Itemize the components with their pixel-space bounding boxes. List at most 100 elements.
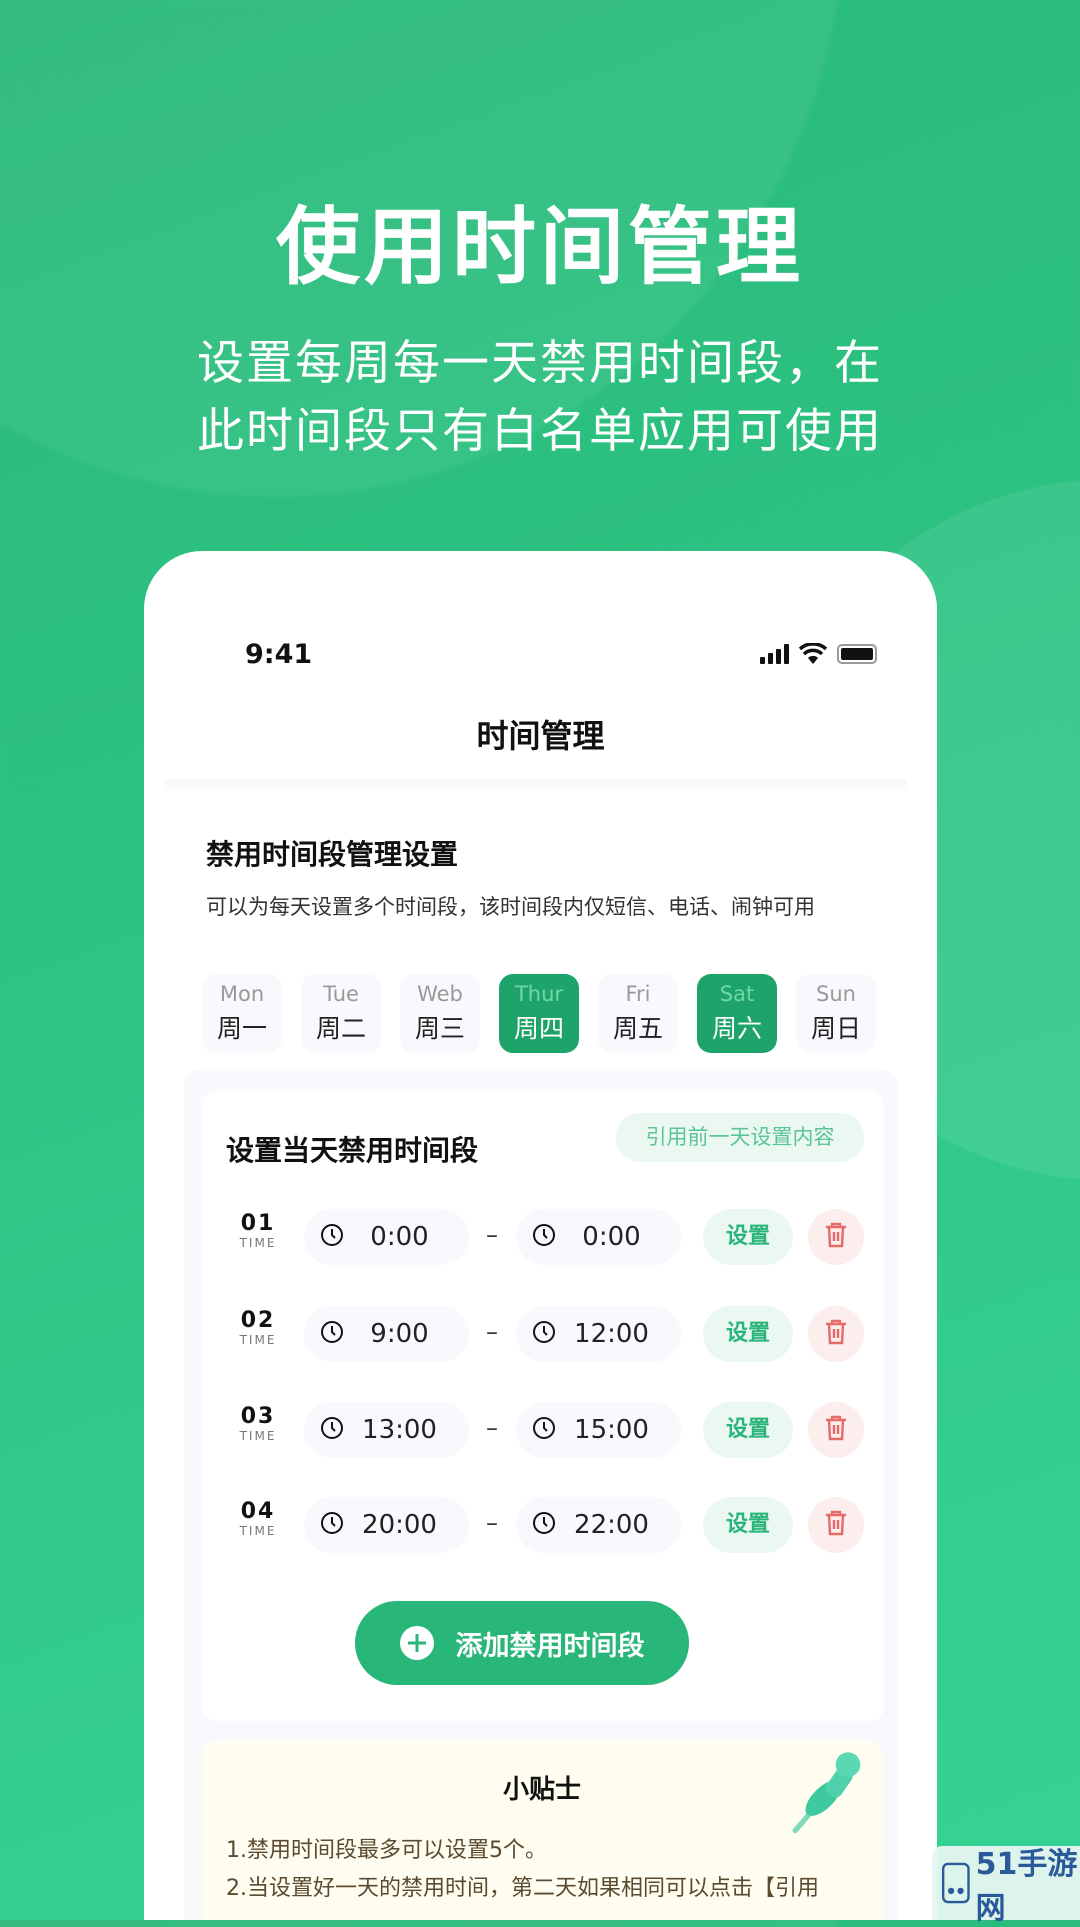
trash-icon (824, 1221, 848, 1253)
tips-card: 小贴士 1.禁用时间段最多可以设置5个。 2.当设置好一天的禁用时间，第二天如果… (202, 1741, 882, 1920)
pushpin-icon (792, 1752, 861, 1834)
start-time-picker[interactable]: 13:00 (304, 1402, 469, 1458)
start-time-picker[interactable]: 0:00 (304, 1209, 469, 1265)
set-slot-button[interactable]: 设置 (703, 1306, 793, 1362)
time-slot-row: 01 TIME 0:00 – 0:00 设置 (202, 1209, 884, 1265)
tip-item: 1.禁用时间段最多可以设置5个。 (226, 1838, 547, 1863)
day-cn: 周五 (612, 1014, 663, 1043)
trash-icon (824, 1414, 848, 1446)
clock-icon (320, 1223, 344, 1251)
start-time: 20:00 (362, 1510, 437, 1540)
end-time: 15:00 (574, 1415, 649, 1445)
add-time-slot-button[interactable]: 添加禁用时间段 (355, 1601, 689, 1685)
day-cn: 周四 (513, 1014, 564, 1043)
start-time: 0:00 (370, 1222, 429, 1252)
tips-title: 小贴士 (502, 1775, 581, 1805)
slot-index: 03 (240, 1404, 276, 1429)
time-slot-row: 04 TIME 20:00 – 22:00 设置 (202, 1497, 884, 1553)
clock-icon (532, 1511, 556, 1539)
end-time-picker[interactable]: 12:00 (516, 1306, 681, 1362)
section-heading: 禁用时间段管理设置 (206, 838, 459, 871)
end-time-picker[interactable]: 22:00 (516, 1497, 681, 1553)
page-title: 时间管理 (476, 717, 605, 755)
day-chip-fri[interactable]: Fri 周五 (598, 974, 678, 1053)
delete-slot-button[interactable] (808, 1306, 864, 1362)
hero-subtitle: 设置每周每一天禁用时间段，在 此时间段只有白名单应用可使用 (0, 330, 1080, 466)
phone-mockup: 9:41 时间管理 禁用时间段管理设置 可以为每天设置多个时间段，该时间段内仅短… (144, 551, 937, 1920)
clock-icon (320, 1511, 344, 1539)
plus-icon (399, 1626, 434, 1660)
tip-item: 2.当设置好一天的禁用时间，第二天如果相同可以点击【引用 (226, 1876, 819, 1901)
divider (164, 779, 907, 793)
slot-number: 04 TIME (236, 1499, 280, 1538)
watermark-logo: 51手游网 (932, 1846, 1080, 1926)
slot-number: 01 TIME (236, 1211, 280, 1250)
delete-slot-button[interactable] (808, 1209, 864, 1265)
time-slot-card: 设置当天禁用时间段 引用前一天设置内容 01 TIME 0:00 – 0:00 设… (202, 1091, 884, 1721)
gamepad-icon (941, 1862, 970, 1904)
trash-icon (824, 1509, 848, 1541)
slot-label: TIME (239, 1333, 277, 1347)
end-time-picker[interactable]: 0:00 (516, 1209, 681, 1265)
day-en: Fri (625, 982, 651, 1006)
start-time-picker[interactable]: 20:00 (304, 1497, 469, 1553)
end-time-picker[interactable]: 15:00 (516, 1402, 681, 1458)
delete-slot-button[interactable] (808, 1497, 864, 1553)
day-cn: 周二 (315, 1014, 366, 1043)
end-time: 12:00 (574, 1319, 649, 1349)
day-en: Tue (323, 982, 359, 1006)
time-slot-row: 02 TIME 9:00 – 12:00 设置 (202, 1306, 884, 1362)
wifi-icon (799, 643, 827, 664)
day-chip-web[interactable]: Web 周三 (400, 974, 480, 1053)
day-selector: Mon 周一 Tue 周二 Web 周三 Thur 周四 Fri 周五 Sat 周六 Sun 周日 (202, 974, 876, 1053)
day-chip-sat[interactable]: Sat 周六 (697, 974, 777, 1053)
copy-previous-day-button[interactable]: 引用前一天设置内容 (616, 1113, 864, 1162)
day-en: Sat (719, 982, 755, 1006)
clock-icon (532, 1320, 556, 1348)
time-slot-row: 03 TIME 13:00 – 15:00 设置 (202, 1402, 884, 1458)
section-description: 可以为每天设置多个时间段，该时间段内仅短信、电话、闹钟可用 (206, 895, 815, 919)
day-en: Thur (514, 982, 564, 1006)
subtitle-line: 设置每周每一天禁用时间段，在 (197, 336, 883, 391)
start-time: 13:00 (362, 1415, 437, 1445)
slot-index: 01 (240, 1211, 276, 1236)
range-separator: – (486, 1318, 498, 1346)
signal-icon (760, 644, 789, 664)
set-slot-button[interactable]: 设置 (703, 1209, 793, 1265)
day-cn: 周一 (216, 1014, 267, 1043)
range-separator: – (486, 1221, 498, 1249)
day-chip-tue[interactable]: Tue 周二 (301, 974, 381, 1053)
clock-icon (320, 1320, 344, 1348)
set-slot-button[interactable]: 设置 (703, 1402, 793, 1458)
day-chip-thur[interactable]: Thur 周四 (499, 974, 579, 1053)
day-cn: 周日 (810, 1014, 861, 1043)
day-cn: 周三 (414, 1014, 465, 1043)
subtitle-line: 此时间段只有白名单应用可使用 (197, 404, 883, 459)
slot-number: 02 TIME (236, 1308, 280, 1347)
watermark-text: 51手游网 (975, 1847, 1078, 1926)
slot-label: TIME (239, 1236, 277, 1250)
status-icons (760, 643, 877, 665)
slot-index: 02 (240, 1308, 276, 1333)
delete-slot-button[interactable] (808, 1402, 864, 1458)
clock-icon (320, 1416, 344, 1444)
day-en: Web (417, 982, 463, 1006)
trash-icon (824, 1318, 848, 1350)
range-separator: – (486, 1414, 498, 1442)
set-slot-button[interactable]: 设置 (703, 1497, 793, 1553)
day-chip-mon[interactable]: Mon 周一 (202, 974, 282, 1053)
start-time-picker[interactable]: 9:00 (304, 1306, 469, 1362)
range-separator: – (486, 1509, 498, 1537)
slot-label: TIME (239, 1429, 277, 1443)
add-button-label: 添加禁用时间段 (455, 1630, 645, 1662)
end-time: 0:00 (582, 1222, 641, 1252)
day-en: Mon (219, 982, 265, 1006)
slot-index: 04 (240, 1499, 276, 1524)
battery-icon (837, 644, 877, 664)
day-chip-sun[interactable]: Sun 周日 (796, 974, 876, 1053)
card-heading: 设置当天禁用时间段 (226, 1134, 479, 1167)
hero-title: 使用时间管理 (275, 198, 804, 296)
day-cn: 周六 (711, 1014, 762, 1043)
status-time: 9:41 (245, 639, 313, 670)
slot-number: 03 TIME (236, 1404, 280, 1443)
